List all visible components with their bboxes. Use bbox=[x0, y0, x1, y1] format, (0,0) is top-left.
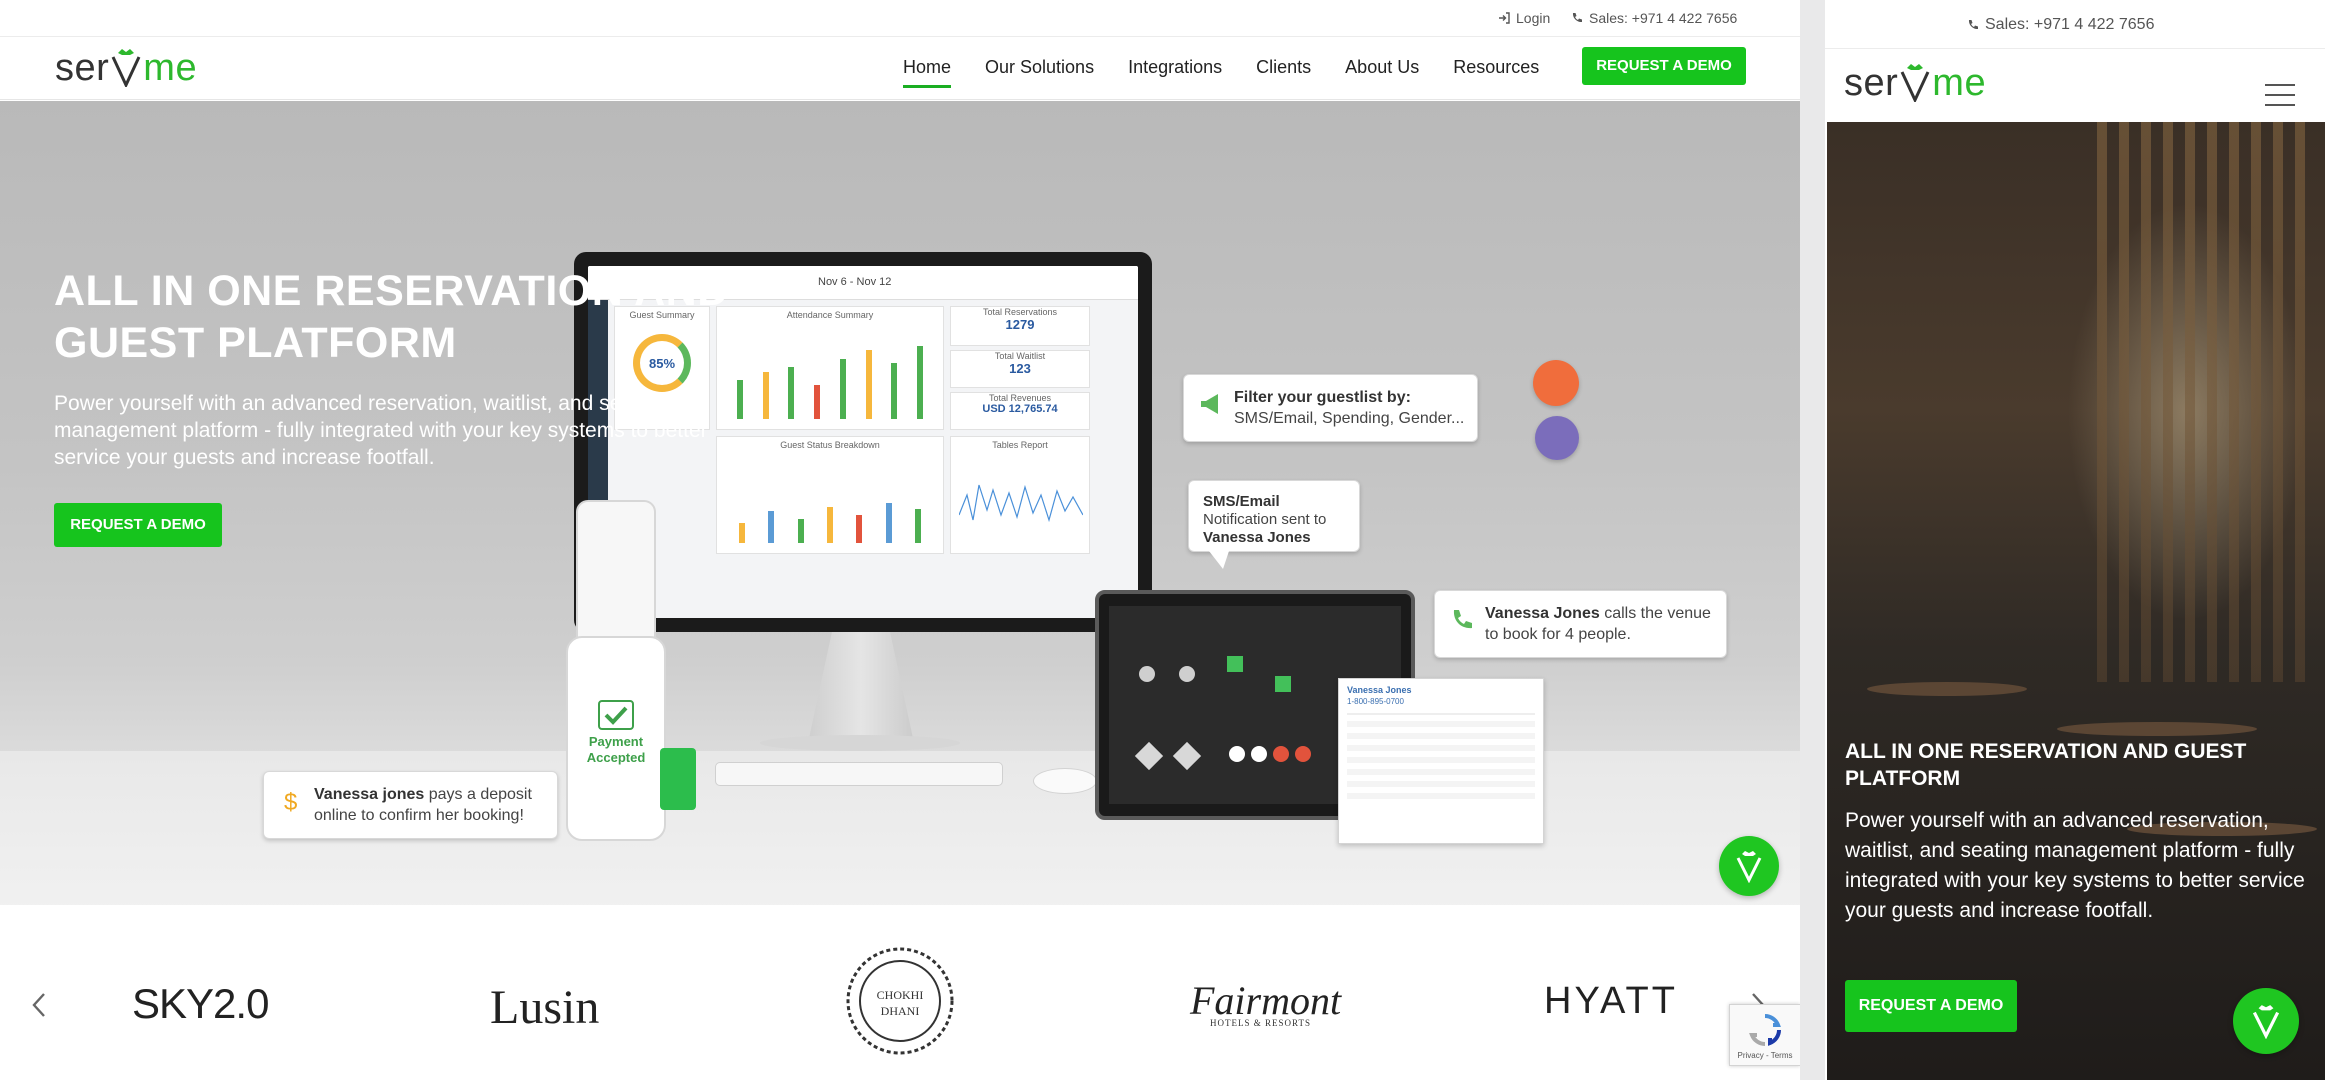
mobile-logo-text-ser: ser bbox=[1844, 62, 1899, 104]
phone-icon bbox=[1572, 13, 1582, 23]
deposit-bubble: $ Vanessa jones pays a deposit online to… bbox=[263, 771, 558, 839]
call-booking-bubble: Vanessa Jones calls the venue to book fo… bbox=[1434, 590, 1727, 658]
sales-label: Sales: +971 4 422 7656 bbox=[1589, 10, 1738, 26]
tables-report-title: Tables Report bbox=[992, 440, 1048, 450]
hero-request-demo-button[interactable]: REQUEST A DEMO bbox=[54, 503, 222, 547]
dashboard-date-range: Nov 6 - Nov 12 bbox=[818, 276, 892, 288]
mobile-sales-phone-link[interactable]: Sales: +971 4 422 7656 bbox=[1967, 16, 2154, 34]
hero-description: Power yourself with an advanced reservat… bbox=[54, 392, 708, 469]
mobile-hero-title: ALL IN ONE RESERVATION AND GUEST PLATFOR… bbox=[1845, 740, 2247, 790]
sign-in-icon bbox=[1499, 12, 1510, 24]
primary-nav: Home Our Solutions Integrations Clients … bbox=[903, 56, 1573, 88]
call-bubble-name: Vanessa Jones bbox=[1485, 605, 1600, 622]
client-logo-chokhi-dhani: CHOKHI DHANI bbox=[846, 947, 954, 1055]
mobile-servme-logo[interactable]: ser me bbox=[1844, 62, 1986, 102]
mobile-bowtie-v-icon bbox=[2252, 1005, 2280, 1039]
svg-text:DHANI: DHANI bbox=[881, 1004, 920, 1018]
recaptcha-badge[interactable]: Privacy - Terms bbox=[1729, 1004, 1800, 1066]
top-utility-bar: Login Sales: +971 4 422 7656 bbox=[0, 0, 1800, 37]
hero-title-line2: GUEST PLATFORM bbox=[54, 319, 457, 367]
logo-text-me: me bbox=[143, 47, 198, 89]
recaptcha-icon bbox=[1749, 1014, 1781, 1046]
checkmark-icon bbox=[598, 700, 634, 730]
servme-chat-widget[interactable] bbox=[1719, 836, 1779, 896]
mobile-bowtie-v-logo-mark bbox=[1900, 64, 1930, 102]
guest-profile-card: Vanessa Jones 1-800-895-0700 bbox=[1338, 678, 1544, 844]
svg-text:CHOKHI: CHOKHI bbox=[877, 988, 924, 1002]
nav-integrations[interactable]: Integrations bbox=[1128, 56, 1222, 78]
client-logo-lusin: Lusin bbox=[490, 981, 600, 1034]
login-link[interactable]: Login bbox=[1498, 10, 1550, 26]
client-logo-sky20: SKY2.0 bbox=[132, 980, 269, 1027]
envelope-icon bbox=[1535, 416, 1579, 460]
desktop-view: Login Sales: +971 4 422 7656 ser me Home… bbox=[0, 0, 1800, 1080]
mobile-hero bbox=[1827, 122, 2325, 1080]
recaptcha-text: Privacy - Terms bbox=[1737, 1051, 1793, 1060]
chevron-left-icon[interactable] bbox=[28, 990, 52, 1020]
nav-home[interactable]: Home bbox=[903, 56, 952, 88]
total-res-label: Total Reservations bbox=[982, 307, 1058, 317]
credit-card-graphic bbox=[660, 748, 696, 810]
page-root: Login Sales: +971 4 422 7656 ser me Home… bbox=[0, 0, 2325, 1080]
nav-request-demo-button[interactable]: REQUEST A DEMO bbox=[1582, 47, 1746, 85]
filter-bubble-title: Filter your guestlist by: bbox=[1234, 389, 1411, 406]
filter-guestlist-bubble: Filter your guestlist by: SMS/Email, Spe… bbox=[1183, 374, 1478, 442]
logo-text-ser: ser bbox=[55, 47, 110, 89]
monitor-base bbox=[760, 735, 960, 751]
total-waitlist-value: 123 bbox=[1009, 361, 1031, 376]
hamburger-menu-icon[interactable] bbox=[2265, 84, 2295, 106]
tables-line-chart bbox=[959, 484, 1083, 523]
mobile-servme-chat-widget[interactable] bbox=[2233, 988, 2299, 1054]
total-res-value: 1279 bbox=[1005, 317, 1035, 332]
guest-status-bars bbox=[727, 463, 933, 543]
mobile-top-bar: Sales: +971 4 422 7656 bbox=[1825, 0, 2325, 48]
profile-name: Vanessa Jones bbox=[1347, 685, 1412, 695]
client-logos-carousel: SKY2.0 Lusin CHOKHI DHANI Fairmont HOTEL… bbox=[0, 905, 1800, 1080]
phone-call-icon bbox=[1453, 610, 1472, 629]
sms-notification-bubble: SMS/Email Notification sent to Vanessa J… bbox=[1188, 480, 1360, 569]
dollar-icon: $ bbox=[284, 789, 297, 814]
total-reservations-card: Total Reservations 1279 bbox=[950, 306, 1090, 346]
tables-report-panel: Tables Report bbox=[950, 436, 1090, 554]
total-waitlist-card: Total Waitlist 123 bbox=[950, 350, 1090, 388]
mobile-logo-text-me: me bbox=[1932, 62, 1987, 104]
chat-bubble-icon bbox=[1533, 360, 1579, 406]
client-logo-fairmont: Fairmont bbox=[1190, 978, 1342, 1023]
phone-icon bbox=[1968, 20, 1978, 30]
sms-bubble-prefix: SMS/Email bbox=[1203, 493, 1280, 510]
bowtie-v-logo-mark bbox=[111, 49, 141, 87]
bowtie-v-icon bbox=[1736, 851, 1762, 883]
sms-bubble-mid: Notification sent to bbox=[1203, 511, 1327, 528]
mobile-phone-list bbox=[576, 500, 656, 650]
total-revenue-card: Total Revenues USD 12,765.74 bbox=[950, 392, 1090, 430]
sales-phone-link[interactable]: Sales: +971 4 422 7656 bbox=[1571, 10, 1737, 26]
nav-resources[interactable]: Resources bbox=[1453, 56, 1539, 78]
keyboard bbox=[715, 762, 1003, 786]
total-revenue-label: Total Revenues bbox=[988, 393, 1052, 403]
megaphone-icon bbox=[1201, 394, 1218, 414]
nav-our-solutions[interactable]: Our Solutions bbox=[985, 56, 1094, 78]
nav-about-us[interactable]: About Us bbox=[1345, 56, 1419, 78]
deposit-bubble-name: Vanessa jones bbox=[314, 786, 425, 803]
filter-bubble-text: SMS/Email, Spending, Gender... bbox=[1234, 410, 1465, 427]
client-logo-fairmont-sub: HOTELS & RESORTS bbox=[1210, 1018, 1311, 1028]
mobile-sales-label: Sales: +971 4 422 7656 bbox=[1985, 16, 2155, 33]
svg-text:$: $ bbox=[284, 789, 297, 814]
hero-title-line1: ALL IN ONE RESERVATION AND bbox=[54, 267, 729, 315]
mobile-view: Sales: +971 4 422 7656 ALL IN ONE RESERV… bbox=[1825, 0, 2325, 1080]
login-label: Login bbox=[1516, 10, 1551, 26]
mobile-hero-description: Power yourself with an advanced reservat… bbox=[1845, 809, 2305, 922]
sms-bubble-name: Vanessa Jones bbox=[1203, 529, 1311, 546]
servme-logo[interactable]: ser me bbox=[55, 47, 197, 87]
total-waitlist-label: Total Waitlist bbox=[994, 351, 1046, 361]
total-revenue-value: USD 12,765.74 bbox=[982, 403, 1058, 415]
mouse bbox=[1033, 768, 1097, 794]
payment-accepted-text: Payment Accepted bbox=[586, 734, 646, 765]
mobile-request-demo-button[interactable]: REQUEST A DEMO bbox=[1845, 980, 2017, 1032]
client-logo-hyatt: HYATT bbox=[1544, 980, 1678, 1022]
profile-phone: 1-800-895-0700 bbox=[1347, 697, 1404, 706]
nav-clients[interactable]: Clients bbox=[1256, 56, 1311, 78]
hero-title: ALL IN ONE RESERVATION AND GUEST PLATFOR… bbox=[54, 265, 814, 369]
